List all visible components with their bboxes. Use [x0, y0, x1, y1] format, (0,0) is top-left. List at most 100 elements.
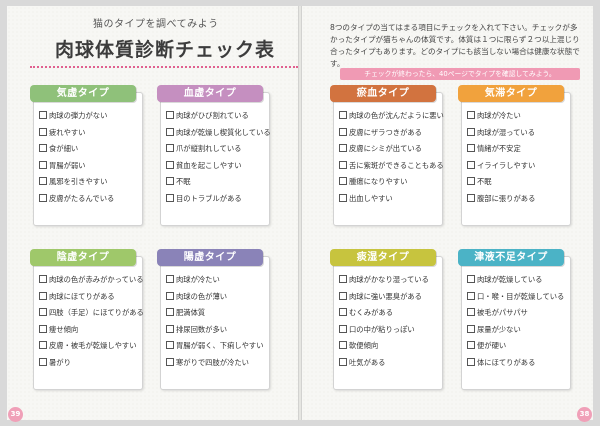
type-label: 痰湿タイプ	[330, 249, 436, 266]
checkbox[interactable]	[339, 324, 347, 333]
checklist-item-label: 被毛がパサパサ	[477, 308, 528, 317]
checkbox[interactable]	[339, 308, 347, 316]
checkbox[interactable]	[339, 160, 347, 169]
checklist-item: 皮膚がたるんでいる	[39, 191, 143, 208]
checkbox[interactable]	[339, 144, 347, 152]
checkbox[interactable]	[339, 111, 347, 119]
checklist-item-label: 皮膚にザラつきがある	[349, 127, 422, 137]
checkbox[interactable]	[467, 291, 475, 300]
checkbox[interactable]	[39, 160, 47, 169]
checkbox[interactable]	[467, 357, 475, 366]
checkbox[interactable]	[339, 193, 347, 202]
page-number-left: 39	[8, 407, 23, 422]
checkbox[interactable]	[39, 341, 47, 349]
checklist-item-label: 腫瘍になりやすい	[349, 177, 408, 186]
checklist-item-label: 肉球にほてりがある	[49, 291, 115, 301]
checklist: 肉球の色が沈んだように悪い 皮膚にザラつきがある 皮膚にシミが出ている 舌に紫斑ができ…	[339, 108, 444, 207]
checkbox[interactable]	[467, 193, 475, 202]
checklist-item: 口の中が粘りっぽい	[339, 322, 443, 339]
checkbox[interactable]	[39, 144, 47, 152]
checkbox[interactable]	[339, 275, 347, 283]
checkbox[interactable]	[467, 160, 475, 169]
checkbox[interactable]	[467, 275, 475, 283]
type-label: 血虚タイプ	[157, 85, 263, 102]
checklist-item: 被毛がパサパサ	[467, 305, 571, 322]
checklist-item: 体にほてりがある	[467, 355, 571, 372]
type-card: 血虚タイプ肉球がひび割れている 肉球が乾燥し楔質化している 爪が縦割れしている 貧血を…	[157, 85, 271, 226]
checklist-item-label: 皮膚がたるんでいる	[49, 193, 115, 203]
checkbox[interactable]	[166, 341, 174, 349]
checkbox[interactable]	[166, 291, 174, 300]
checklist-item: 爪が縦割れしている	[166, 141, 270, 158]
checklist-item: 排尿回数が多い	[166, 322, 270, 339]
checklist: 肉球がかなり湿っている 肉球に強い悪臭がある むくみがある 口の中が粘りっぽい 軟便傾向…	[339, 272, 443, 371]
checklist-item-label: 軟便傾向	[349, 341, 379, 350]
checklist-item: 肥満体質	[166, 305, 270, 322]
checkbox[interactable]	[39, 324, 47, 333]
checkbox[interactable]	[39, 357, 47, 366]
checkbox[interactable]	[339, 341, 347, 349]
checklist: 肉球が冷たい 肉球が湿っている 情緒が不安定 イライラしやすい 不眠 腹部に張りがある	[467, 108, 571, 207]
checkbox[interactable]	[467, 324, 475, 333]
checkbox[interactable]	[166, 127, 174, 136]
checkbox[interactable]	[39, 291, 47, 300]
checkbox[interactable]	[39, 275, 47, 283]
checkbox[interactable]	[166, 111, 174, 119]
checkbox[interactable]	[467, 127, 475, 136]
checkbox[interactable]	[339, 177, 347, 185]
checklist-item-label: 不眠	[477, 177, 492, 186]
type-card: 気滞タイプ 肉球が冷たい 肉球が湿っている 情緒が不安定 イライラしやすい 不眠 腹部に張り…	[458, 85, 571, 226]
checklist-item-label: 寒がりで四肢が冷たい	[176, 357, 249, 367]
checklist-item-label: 肉球の色が薄い	[176, 291, 228, 301]
checkbox[interactable]	[166, 324, 174, 333]
title-divider	[30, 66, 298, 68]
checkbox[interactable]	[467, 144, 475, 152]
checkbox[interactable]	[166, 357, 174, 366]
checklist: 肉球が乾燥している 口・喉・目が乾燥している 被毛がパサパサ 尿量が少ない 便が硬い 体に…	[467, 272, 571, 371]
checkbox[interactable]	[39, 193, 47, 202]
checkbox[interactable]	[39, 111, 47, 119]
checklist-item: 肉球の色が沈んだように悪い	[339, 108, 444, 125]
checklist-item-label: 肉球が乾燥している	[477, 275, 543, 284]
checklist-item: 胃腸が弱い	[39, 158, 143, 175]
checkbox[interactable]	[467, 341, 475, 349]
checkbox[interactable]	[39, 127, 47, 136]
checklist-item-label: 肉球が冷たい	[477, 111, 521, 120]
checklist-item: 肉球に強い悪臭がある	[339, 289, 443, 306]
checklist-item-label: 舌に紫斑ができることもある	[349, 160, 444, 170]
checkbox[interactable]	[166, 193, 174, 202]
checklist-item: 情緒が不安定	[467, 141, 571, 158]
checklist-item: 肉球にほてりがある	[39, 289, 143, 306]
checklist-item-label: 食が細い	[49, 144, 79, 153]
checklist-item-label: 吐気がある	[349, 357, 386, 367]
checkbox[interactable]	[166, 177, 174, 185]
type-card: 陰虚タイプ 肉球の色が赤みがかっている 肉球にほてりがある 四肢（手足）にほてりがある…	[30, 249, 144, 390]
checkbox[interactable]	[339, 357, 347, 366]
checkbox[interactable]	[39, 308, 47, 316]
checkbox[interactable]	[467, 177, 475, 185]
type-card: 瘀血タイプ 肉球の色が沈んだように悪い 皮膚にザラつきがある 皮膚にシミが出ている 舌に…	[330, 85, 444, 226]
checkbox[interactable]	[166, 275, 174, 283]
checklist-item: 腫瘍になりやすい	[339, 174, 443, 191]
type-card: 気虚タイプ 肉球の弾力がない 疲れやすい 食が細い 胃腸が弱い 風邪を引きやすい 皮膚がたる…	[30, 85, 143, 226]
checklist: 肉球がひび割れている 肉球が乾燥し楔質化している 爪が縦割れしている 貧血を起こしやす…	[166, 108, 271, 207]
checkbox[interactable]	[467, 308, 475, 316]
checklist-item: 肉球の色が赤みがかっている	[39, 272, 144, 289]
checklist-item: 吐気がある	[339, 355, 443, 372]
checklist-item-label: 便が硬い	[477, 341, 507, 350]
checkbox[interactable]	[166, 160, 174, 169]
checklist-item-label: 肉球の色が沈んだように悪い	[349, 111, 444, 120]
checkbox[interactable]	[339, 127, 347, 136]
checkbox[interactable]	[467, 111, 475, 119]
checklist-item: 痩せ傾向	[39, 322, 143, 339]
checkbox[interactable]	[166, 308, 174, 316]
checklist-item-label: 肥満体質	[176, 308, 206, 317]
checkbox[interactable]	[339, 291, 347, 300]
checklist-item-label: 出血しやすい	[349, 193, 393, 203]
checklist-item-label: 胃腸が弱い	[49, 160, 86, 170]
checkbox[interactable]	[39, 177, 47, 185]
checklist-item-label: 目のトラブルがある	[176, 193, 242, 203]
checklist-item: 肉球が湿っている	[467, 125, 571, 142]
checklist-item: 暑がり	[39, 355, 143, 372]
checkbox[interactable]	[166, 144, 174, 152]
